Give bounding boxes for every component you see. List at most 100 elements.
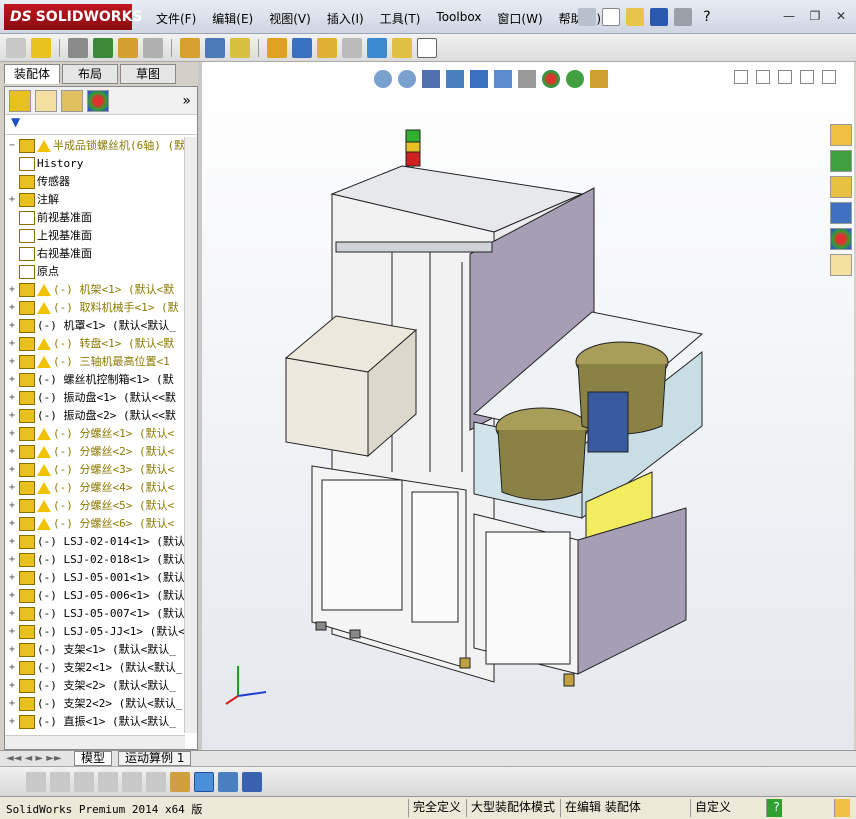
snapshot-icon[interactable]: [417, 37, 437, 58]
print-icon[interactable]: [674, 8, 692, 26]
instant3d-icon[interactable]: [367, 37, 387, 58]
chevron-more-icon[interactable]: »: [182, 93, 191, 109]
tree-item[interactable]: + (-) LSJ-02-018<1> (默认: [5, 551, 185, 569]
tree-item[interactable]: + (-) 振动盘<2> (默认<<默: [5, 407, 185, 425]
tree-item[interactable]: + (-) 支架<2> (默认<默认_: [5, 677, 185, 695]
tree-root[interactable]: − 半成品锁螺丝机(6轴) (默: [5, 137, 185, 155]
expand-icon[interactable]: +: [7, 659, 17, 677]
tree-item[interactable]: 右视基准面: [5, 245, 185, 263]
tree-item[interactable]: + (-) 支架<1> (默认<默认_: [5, 641, 185, 659]
tree-item[interactable]: + 注解: [5, 191, 185, 209]
close-icon[interactable]: ✕: [832, 8, 850, 24]
tree-item[interactable]: History: [5, 155, 185, 173]
notification-icon[interactable]: [834, 799, 850, 817]
open-folder-icon[interactable]: [626, 8, 644, 26]
expand-icon[interactable]: +: [7, 515, 17, 533]
tree-item[interactable]: + (-) LSJ-02-014<1> (默认: [5, 533, 185, 551]
expand-icon[interactable]: +: [7, 641, 17, 659]
menu-file[interactable]: 文件(F): [148, 10, 204, 27]
tree-item[interactable]: 原点: [5, 263, 185, 281]
configuration-manager-icon[interactable]: [61, 89, 83, 112]
menu-view[interactable]: 视图(V): [261, 10, 319, 27]
tree-item[interactable]: + (-) 支架2<2> (默认<默认_: [5, 695, 185, 713]
table-view-icon[interactable]: [218, 771, 238, 792]
graphics-area[interactable]: [202, 62, 854, 750]
expand-icon[interactable]: +: [7, 299, 17, 317]
mate-icon[interactable]: [68, 37, 88, 58]
show-hidden-icon[interactable]: [180, 37, 200, 58]
help-icon[interactable]: ?: [766, 799, 782, 817]
large-assembly-icon[interactable]: [392, 37, 412, 58]
chart-icon[interactable]: [170, 771, 190, 792]
machine-3d-model[interactable]: [202, 62, 854, 750]
expand-icon[interactable]: +: [7, 551, 17, 569]
property-manager-icon[interactable]: [35, 89, 57, 112]
menu-insert[interactable]: 插入(I): [319, 10, 372, 27]
display-manager-icon[interactable]: [87, 89, 109, 112]
expand-icon[interactable]: +: [7, 677, 17, 695]
exploded-view-icon[interactable]: [317, 37, 337, 58]
expand-icon[interactable]: +: [7, 335, 17, 353]
tree-item[interactable]: + (-) 分螺丝<6> (默认<: [5, 515, 185, 533]
tree-item[interactable]: + (-) 支架2<1> (默认<默认_: [5, 659, 185, 677]
tree-item[interactable]: + (-) 机罩<1> (默认<默认_: [5, 317, 185, 335]
menu-tools[interactable]: 工具(T): [372, 10, 429, 27]
expand-icon[interactable]: +: [7, 389, 17, 407]
tab-layout[interactable]: 布局: [62, 64, 118, 84]
tree-item[interactable]: + (-) 直振<1> (默认<默认_: [5, 713, 185, 731]
tree-item[interactable]: + (-) 分螺丝<2> (默认<: [5, 443, 185, 461]
menu-edit[interactable]: 编辑(E): [204, 10, 261, 27]
tree-item[interactable]: + (-) 螺丝机控制箱<1> (默: [5, 371, 185, 389]
tree-item[interactable]: + (-) 分螺丝<4> (默认<: [5, 479, 185, 497]
expand-icon[interactable]: +: [7, 425, 17, 443]
tree-vertical-scrollbar[interactable]: [184, 137, 197, 733]
tree-item[interactable]: + (-) 取料机械手<1> (默: [5, 299, 185, 317]
move-component-icon[interactable]: [143, 37, 163, 58]
collapse-icon[interactable]: −: [7, 137, 17, 155]
hidden-lines-icon[interactable]: [50, 771, 70, 792]
save-icon[interactable]: [650, 8, 668, 26]
new-document-icon[interactable]: [602, 8, 620, 26]
expand-icon[interactable]: +: [7, 353, 17, 371]
tab-motion-study-1[interactable]: 运动算例 1: [118, 751, 192, 766]
tree-horizontal-scrollbar[interactable]: [5, 735, 185, 749]
restore-icon[interactable]: ❐: [806, 8, 824, 24]
expand-icon[interactable]: +: [7, 371, 17, 389]
new-assembly-icon[interactable]: [31, 37, 51, 58]
wireframe-icon[interactable]: [74, 771, 94, 792]
expand-icon[interactable]: +: [7, 569, 17, 587]
sheet-view-icon[interactable]: [242, 771, 262, 792]
rebuild-icon[interactable]: [26, 771, 46, 792]
expand-icon[interactable]: +: [7, 623, 17, 641]
minimize-icon[interactable]: —: [780, 8, 798, 24]
linear-pattern-icon[interactable]: [93, 37, 113, 58]
tree-item[interactable]: + (-) 分螺丝<3> (默认<: [5, 461, 185, 479]
grid-icon[interactable]: [122, 771, 142, 792]
tree-filter[interactable]: ▼: [5, 115, 197, 135]
tab-sketch[interactable]: 草图: [120, 64, 176, 84]
tree-item[interactable]: + (-) LSJ-05-006<1> (默认: [5, 587, 185, 605]
expand-icon[interactable]: +: [7, 713, 17, 731]
reference-geometry-icon[interactable]: [230, 37, 250, 58]
expand-icon[interactable]: +: [7, 281, 17, 299]
tree-item[interactable]: + (-) 转盘<1> (默认<默: [5, 335, 185, 353]
tab-nav-arrows-icon[interactable]: ◄◄ ◄ ► ►►: [6, 753, 62, 764]
expand-icon[interactable]: +: [7, 695, 17, 713]
expand-icon[interactable]: +: [7, 479, 17, 497]
expand-icon[interactable]: +: [7, 605, 17, 623]
pin-icon[interactable]: [578, 8, 596, 26]
tree-item[interactable]: + (-) LSJ-05-001<1> (默认: [5, 569, 185, 587]
feature-manager-icon[interactable]: [9, 89, 31, 112]
solidworks-logo[interactable]: DS SOLIDWORKS: [4, 4, 143, 30]
expand-icon[interactable]: +: [7, 587, 17, 605]
expand-icon[interactable]: +: [7, 533, 17, 551]
expand-icon[interactable]: +: [7, 461, 17, 479]
tree-item[interactable]: + (-) LSJ-05-007<1> (默认: [5, 605, 185, 623]
tab-model[interactable]: 模型: [74, 751, 113, 766]
tree-item[interactable]: + (-) 振动盘<1> (默认<<默: [5, 389, 185, 407]
list-icon[interactable]: [98, 771, 118, 792]
tab-assembly[interactable]: 装配体: [4, 64, 60, 84]
expand-icon[interactable]: +: [7, 191, 17, 209]
split-icon[interactable]: [146, 771, 166, 792]
tree-item[interactable]: + (-) 分螺丝<1> (默认<: [5, 425, 185, 443]
